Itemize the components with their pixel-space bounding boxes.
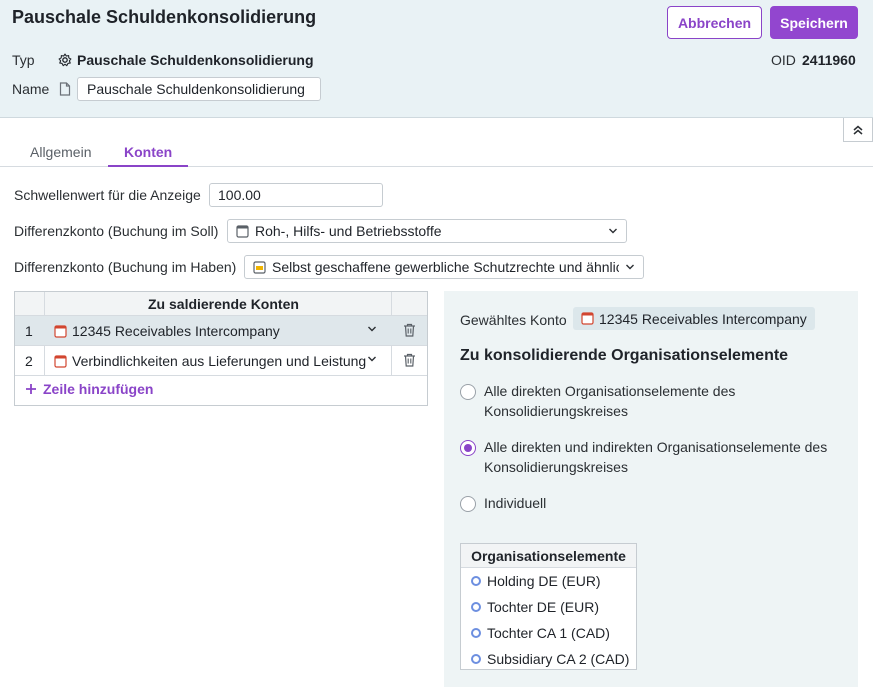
org-item-label: Holding DE (EUR) xyxy=(487,573,601,589)
haben-account-label: Differenzkonto (Buchung im Haben) xyxy=(14,259,237,275)
tab-allgemein[interactable]: Allgemein xyxy=(14,144,107,166)
account-detail-panel: Gewähltes Konto 12345 Receivables Interc… xyxy=(444,291,858,687)
row-account-text: Verbindlichkeiten aus Lieferungen und Le… xyxy=(72,353,367,369)
selected-account-chip: 12345 Receivables Intercompany xyxy=(573,307,815,330)
row-number: 1 xyxy=(25,323,33,339)
status-dot-icon xyxy=(471,628,481,638)
collapse-header-button[interactable] xyxy=(843,118,873,142)
radio-label: Individuell xyxy=(484,495,547,511)
radio-label-line: Alle direkten und indirekten Organisatio… xyxy=(484,439,828,455)
soll-account-label: Differenzkonto (Buchung im Soll) xyxy=(14,223,219,239)
table-row[interactable]: 1 12345 Receivables Intercompany xyxy=(15,316,427,346)
oid-value: 2411960 xyxy=(802,52,856,68)
threshold-input[interactable] xyxy=(209,183,383,207)
soll-account-value: Roh-, Hilfs- und Betriebsstoffe xyxy=(255,223,442,239)
list-item[interactable]: Tochter DE (EUR) xyxy=(461,594,636,620)
radio-label-line: Alle direkten Organisationselemente des xyxy=(484,383,736,399)
ledger-yellow-icon xyxy=(253,260,266,274)
org-elements-table: Organisationselemente Holding DE (EUR) T… xyxy=(460,543,637,670)
selected-account-label: Gewähltes Konto xyxy=(460,312,567,328)
tab-konten[interactable]: Konten xyxy=(108,144,189,167)
consolidation-heading: Zu konsolidierende Organisationselemente xyxy=(460,347,789,364)
trash-icon[interactable] xyxy=(403,353,416,367)
org-elements-header: Organisationselemente xyxy=(461,544,636,568)
plus-icon xyxy=(26,384,36,394)
chevron-down-icon xyxy=(626,264,634,270)
grid-header: Zu saldierende Konten xyxy=(15,292,427,316)
radio-button[interactable] xyxy=(460,384,476,400)
radio-individual[interactable]: Individuell xyxy=(460,493,840,513)
add-row-button[interactable]: Zeile hinzufügen xyxy=(25,381,153,397)
org-item-label: Tochter CA 1 (CAD) xyxy=(487,625,610,641)
typ-label: Typ xyxy=(12,52,35,68)
add-row-label: Zeile hinzufügen xyxy=(43,381,154,397)
selected-account-value: 12345 Receivables Intercompany xyxy=(599,310,807,327)
double-chevron-up-icon xyxy=(853,125,863,135)
cancel-button[interactable]: Abbrechen xyxy=(667,6,762,39)
status-dot-icon xyxy=(471,576,481,586)
accounts-grid: Zu saldierende Konten 1 12345 Receivable… xyxy=(14,291,428,406)
ledger-red-icon xyxy=(54,354,67,368)
list-item[interactable]: Subsidiary CA 2 (CAD) xyxy=(461,646,636,672)
radio-direct-indirect[interactable]: Alle direkten und indirekten Organisatio… xyxy=(460,437,840,477)
grid-column-accounts: Zu saldierende Konten xyxy=(148,296,299,312)
typ-text: Pauschale Schuldenkonsolidierung xyxy=(77,52,314,68)
record-header: Pauschale Schuldenkonsolidierung Abbrech… xyxy=(0,0,873,118)
oid-label: OID xyxy=(771,52,796,68)
row-account[interactable]: 12345 Receivables Intercompany xyxy=(54,323,370,339)
row-account[interactable]: Verbindlichkeiten aus Lieferungen und Le… xyxy=(54,353,370,369)
status-dot-icon xyxy=(471,654,481,664)
chevron-down-icon[interactable] xyxy=(367,354,377,364)
ledger-grey-icon xyxy=(236,224,249,238)
radio-direct[interactable]: Alle direkten Organisationselemente des … xyxy=(460,381,840,421)
document-icon xyxy=(59,82,71,96)
chevron-down-icon xyxy=(609,228,617,234)
name-input[interactable] xyxy=(77,77,321,101)
radio-button-checked[interactable] xyxy=(460,440,476,456)
soll-account-select[interactable]: Roh-, Hilfs- und Betriebsstoffe xyxy=(227,219,627,243)
status-dot-icon xyxy=(471,602,481,612)
radio-label: Alle direkten und indirekten Organisatio… xyxy=(484,437,827,477)
list-item[interactable]: Holding DE (EUR) xyxy=(461,568,636,594)
ledger-red-icon xyxy=(581,312,594,325)
table-row[interactable]: 2 Verbindlichkeiten aus Lieferungen und … xyxy=(15,346,427,376)
tab-bar: Allgemein Konten xyxy=(0,140,873,167)
radio-label: Alle direkten Organisationselemente des … xyxy=(484,381,735,421)
org-item-label: Tochter DE (EUR) xyxy=(487,599,600,615)
chevron-down-icon[interactable] xyxy=(367,324,377,334)
row-number: 2 xyxy=(25,353,33,369)
radio-button[interactable] xyxy=(460,496,476,512)
ledger-red-icon xyxy=(54,324,67,338)
org-item-label: Subsidiary CA 2 (CAD) xyxy=(487,651,630,667)
name-label: Name xyxy=(12,81,50,97)
gear-flower-icon xyxy=(58,53,72,67)
page-title: Pauschale Schuldenkonsolidierung xyxy=(12,7,317,27)
haben-account-select[interactable]: Selbst geschaffene gewerbliche Schutzrec… xyxy=(244,255,644,279)
radio-label-line: Konsolidierungskreises xyxy=(484,403,628,419)
save-button[interactable]: Speichern xyxy=(770,6,858,39)
row-account-text: 12345 Receivables Intercompany xyxy=(72,323,280,339)
radio-label-line: Konsolidierungskreises xyxy=(484,459,628,475)
list-item[interactable]: Tochter CA 1 (CAD) xyxy=(461,620,636,646)
trash-icon[interactable] xyxy=(403,323,416,337)
threshold-label: Schwellenwert für die Anzeige xyxy=(14,187,201,203)
haben-account-value: Selbst geschaffene gewerbliche Schutzrec… xyxy=(272,259,619,275)
typ-value: Pauschale Schuldenkonsolidierung xyxy=(58,52,314,68)
